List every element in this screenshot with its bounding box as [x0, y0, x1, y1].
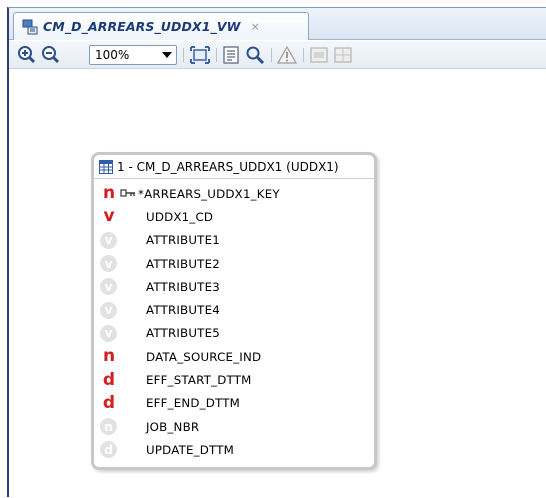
column-type-icon: n — [100, 418, 117, 436]
column-name: UPDATE_DTTM — [146, 442, 235, 457]
column-type-icon: v — [100, 278, 117, 296]
column-name: EFF_START_DTTM — [146, 373, 252, 388]
column-type-icon: n — [102, 346, 116, 367]
table-icon — [99, 159, 113, 174]
toolbar-separator — [183, 48, 184, 62]
layout-icon[interactable] — [309, 46, 329, 64]
column-type-icon: d — [100, 441, 117, 459]
toolbar-separator — [303, 48, 304, 62]
zoom-in-icon[interactable] — [17, 46, 37, 64]
primary-key-icon — [120, 189, 135, 197]
column-row[interactable]: v ATTRIBUTE3 — [94, 275, 374, 298]
column-name: ATTRIBUTE4 — [146, 303, 220, 318]
column-name: DATA_SOURCE_IND — [146, 349, 262, 364]
column-type-icon: v — [100, 301, 117, 319]
column-row[interactable]: d EFF_END_DTTM — [94, 392, 374, 415]
column-type-icon: d — [102, 392, 116, 413]
column-type-icon: v — [100, 231, 117, 249]
column-row[interactable]: n DATA_SOURCE_IND — [94, 345, 374, 368]
table-node-header[interactable]: 1 - CM_D_ARREARS_UDDX1 (UDDX1) — [94, 155, 374, 179]
column-row[interactable]: n JOB_NBR — [94, 415, 374, 438]
fit-to-window-icon[interactable] — [190, 46, 210, 64]
find-icon[interactable] — [245, 46, 265, 64]
column-type-icon: v — [100, 255, 117, 273]
table-node[interactable]: 1 - CM_D_ARREARS_UDDX1 (UDDX1) n *ARREARS… — [91, 152, 377, 470]
zoom-level-select[interactable]: 100% — [89, 45, 177, 65]
column-type-icon: d — [102, 369, 116, 390]
table-node-title: 1 - CM_D_ARREARS_UDDX1 (UDDX1) — [117, 159, 339, 174]
column-list: n *ARREARS_UDDX1_KEY v UDDX1_CD v ATTRIBUTE1 v… — [94, 182, 374, 462]
column-name: ATTRIBUTE5 — [146, 326, 220, 341]
column-name: ATTRIBUTE2 — [146, 256, 220, 271]
warning-icon[interactable] — [277, 46, 297, 64]
column-row[interactable]: v ATTRIBUTE5 — [94, 322, 374, 345]
column-type-icon: n — [102, 183, 116, 204]
column-row[interactable]: d EFF_START_DTTM — [94, 368, 374, 391]
grid-icon[interactable] — [333, 46, 353, 64]
column-type-icon: v — [103, 206, 115, 227]
zoom-level-value: 100% — [95, 48, 130, 62]
column-name: ATTRIBUTE3 — [146, 279, 220, 294]
close-icon[interactable]: × — [251, 20, 260, 33]
column-row[interactable]: n *ARREARS_UDDX1_KEY — [94, 182, 374, 205]
toolbar-separator — [271, 48, 272, 62]
editor-frame: CM_D_ARREARS_UDDX1_VW × 100% 1 - CM_D_AR… — [7, 7, 546, 498]
column-name: JOB_NBR — [146, 419, 200, 434]
editor-tab-bar: CM_D_ARREARS_UDDX1_VW × — [9, 8, 546, 40]
column-row[interactable]: v ATTRIBUTE4 — [94, 298, 374, 321]
column-type-icon: v — [100, 324, 117, 342]
tab-title: CM_D_ARREARS_UDDX1_VW — [43, 19, 241, 34]
diagram-canvas[interactable]: 1 - CM_D_ARREARS_UDDX1 (UDDX1) n *ARREARS… — [9, 70, 546, 498]
column-name: UDDX1_CD — [146, 209, 214, 224]
diagram-toolbar: 100% — [9, 41, 546, 69]
column-row[interactable]: v ATTRIBUTE1 — [94, 229, 374, 252]
toolbar-separator — [216, 48, 217, 62]
column-row[interactable]: v ATTRIBUTE2 — [94, 252, 374, 275]
view-diagram-icon — [22, 19, 38, 34]
zoom-out-icon[interactable] — [41, 46, 61, 64]
column-row[interactable]: d UPDATE_DTTM — [94, 438, 374, 461]
properties-icon[interactable] — [222, 46, 242, 64]
column-name: EFF_END_DTTM — [146, 396, 241, 411]
column-row[interactable]: v UDDX1_CD — [94, 205, 374, 228]
diagram-tab[interactable]: CM_D_ARREARS_UDDX1_VW × — [13, 12, 309, 40]
chevron-down-icon[interactable] — [158, 46, 176, 64]
column-name: *ARREARS_UDDX1_KEY — [138, 186, 280, 201]
column-name: ATTRIBUTE1 — [146, 233, 220, 248]
